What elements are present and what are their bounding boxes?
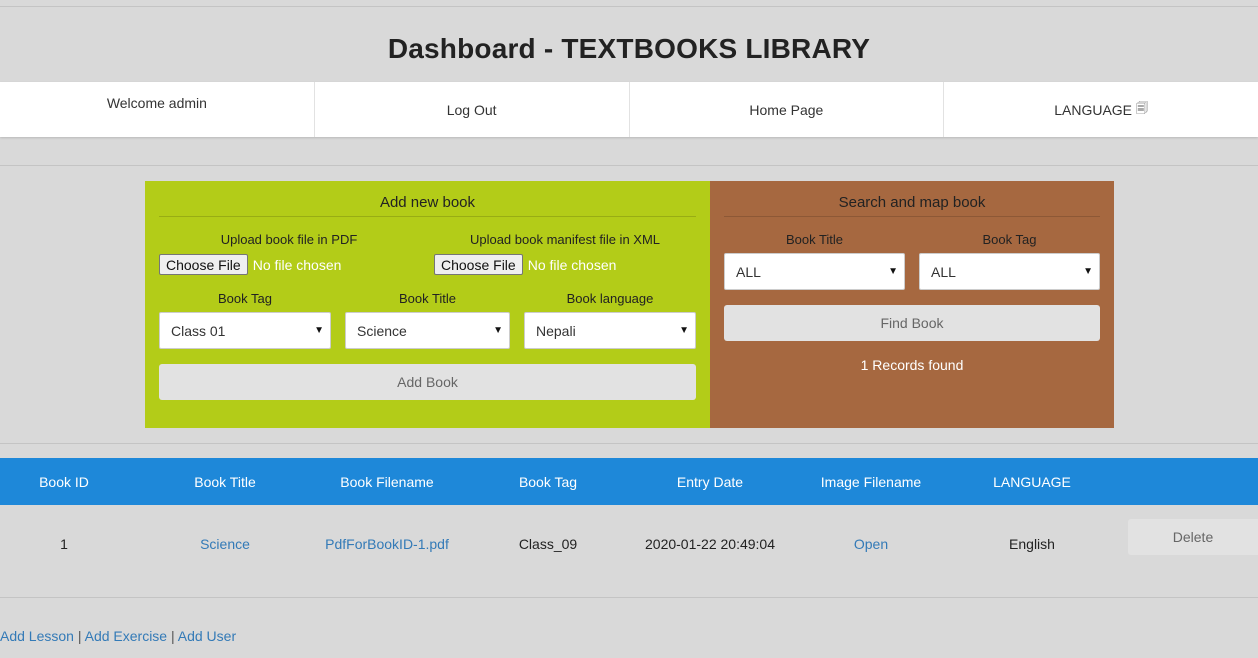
cell-image-open-link[interactable]: Open (796, 505, 946, 583)
pdf-no-file-text: No file chosen (252, 256, 342, 273)
book-language-value: Nepali (536, 322, 576, 339)
divider (0, 443, 1258, 444)
top-divider (0, 6, 1258, 7)
col-book-title: Book Title (194, 473, 256, 490)
search-tag-value: ALL (931, 263, 956, 280)
book-tag-label: Book Tag (218, 291, 272, 306)
add-user-link[interactable]: Add User (178, 628, 236, 644)
add-lesson-link[interactable]: Add Lesson (0, 628, 74, 644)
col-image-filename: Image Filename (820, 473, 922, 490)
book-title-value: Science (357, 322, 407, 339)
search-tag-select[interactable]: ALL ▼ (919, 253, 1100, 290)
navbar: Welcome admin Log Out Home Page LANGUAGE… (0, 82, 1258, 137)
table-row: 1 Science PdfForBookID-1.pdf Class_09 20… (0, 505, 1258, 583)
pdf-upload-label: Upload book file in PDF (220, 232, 358, 247)
cell-book-id: 1 (60, 536, 68, 552)
search-title-select[interactable]: ALL ▼ (724, 253, 905, 290)
footer-separator: | (77, 628, 82, 644)
book-language-label: Book language (566, 291, 654, 306)
col-book-tag: Book Tag (518, 473, 578, 490)
book-tag-select[interactable]: Class 01 ▼ (159, 312, 331, 349)
chevron-down-icon: ▼ (493, 325, 503, 336)
search-tag-label: Book Tag (982, 232, 1037, 247)
search-title-label: Book Title (785, 232, 844, 247)
table-header: Book ID Book Title Book Filename Book Ta… (0, 458, 1258, 505)
language-label: LANGUAGE (1054, 101, 1133, 118)
col-entry-date: Entry Date (676, 473, 744, 490)
book-title-label: Book Title (398, 291, 457, 306)
page-title: Dashboard - TEXTBOOKS LIBRARY (387, 33, 871, 64)
logout-link[interactable]: Log Out (315, 82, 630, 137)
book-tag-value: Class 01 (171, 322, 226, 339)
book-title-select[interactable]: Science ▼ (345, 312, 510, 349)
search-book-panel: Search and map book Book Title Book Tag … (710, 181, 1114, 428)
cell-book-tag: Class_09 (518, 536, 578, 552)
divider (0, 597, 1258, 598)
xml-no-file-text: No file chosen (527, 256, 617, 273)
chevron-down-icon: ▼ (314, 325, 324, 336)
language-menu[interactable]: LANGUAGE 🗐 (944, 82, 1258, 137)
home-page-link[interactable]: Home Page (630, 82, 945, 137)
footer-separator: | (170, 628, 175, 644)
cell-book-title-link[interactable]: Science (160, 505, 290, 583)
welcome-text: Welcome admin (0, 82, 315, 137)
book-language-select[interactable]: Nepali ▼ (524, 312, 696, 349)
translate-icon: 🗐 (1136, 101, 1149, 115)
add-book-panel: Add new book Upload book file in PDF Upl… (145, 181, 710, 428)
cell-entry-date: 2020-01-22 20:49:04 (645, 536, 775, 552)
delete-button[interactable]: Delete (1128, 519, 1258, 555)
xml-upload-label: Upload book manifest file in XML (469, 232, 661, 247)
chevron-down-icon: ▼ (1083, 266, 1093, 277)
chevron-down-icon: ▼ (888, 266, 898, 277)
col-language: LANGUAGE (993, 473, 1071, 490)
pdf-file-input[interactable]: Choose File No file chosen (159, 254, 341, 275)
divider (0, 165, 1258, 166)
search-title-value: ALL (736, 263, 761, 280)
cell-book-filename-link[interactable]: PdfForBookID-1.pdf (307, 505, 467, 583)
chevron-down-icon: ▼ (679, 325, 689, 336)
add-book-title: Add new book (159, 194, 696, 217)
xml-file-input[interactable]: Choose File No file chosen (434, 254, 616, 275)
add-exercise-link[interactable]: Add Exercise (85, 628, 167, 644)
col-book-id: Book ID (39, 473, 89, 490)
col-book-filename: Book Filename (340, 473, 434, 490)
footer-links: Add Lesson | Add Exercise | Add User (0, 628, 236, 644)
records-found-text: 1 Records found (860, 357, 964, 373)
find-book-button[interactable]: Find Book (724, 305, 1100, 341)
pdf-choose-file-button[interactable]: Choose File (159, 254, 248, 275)
search-book-title: Search and map book (724, 194, 1100, 217)
add-book-button[interactable]: Add Book (159, 364, 696, 400)
cell-language: English (1009, 536, 1055, 552)
xml-choose-file-button[interactable]: Choose File (434, 254, 523, 275)
